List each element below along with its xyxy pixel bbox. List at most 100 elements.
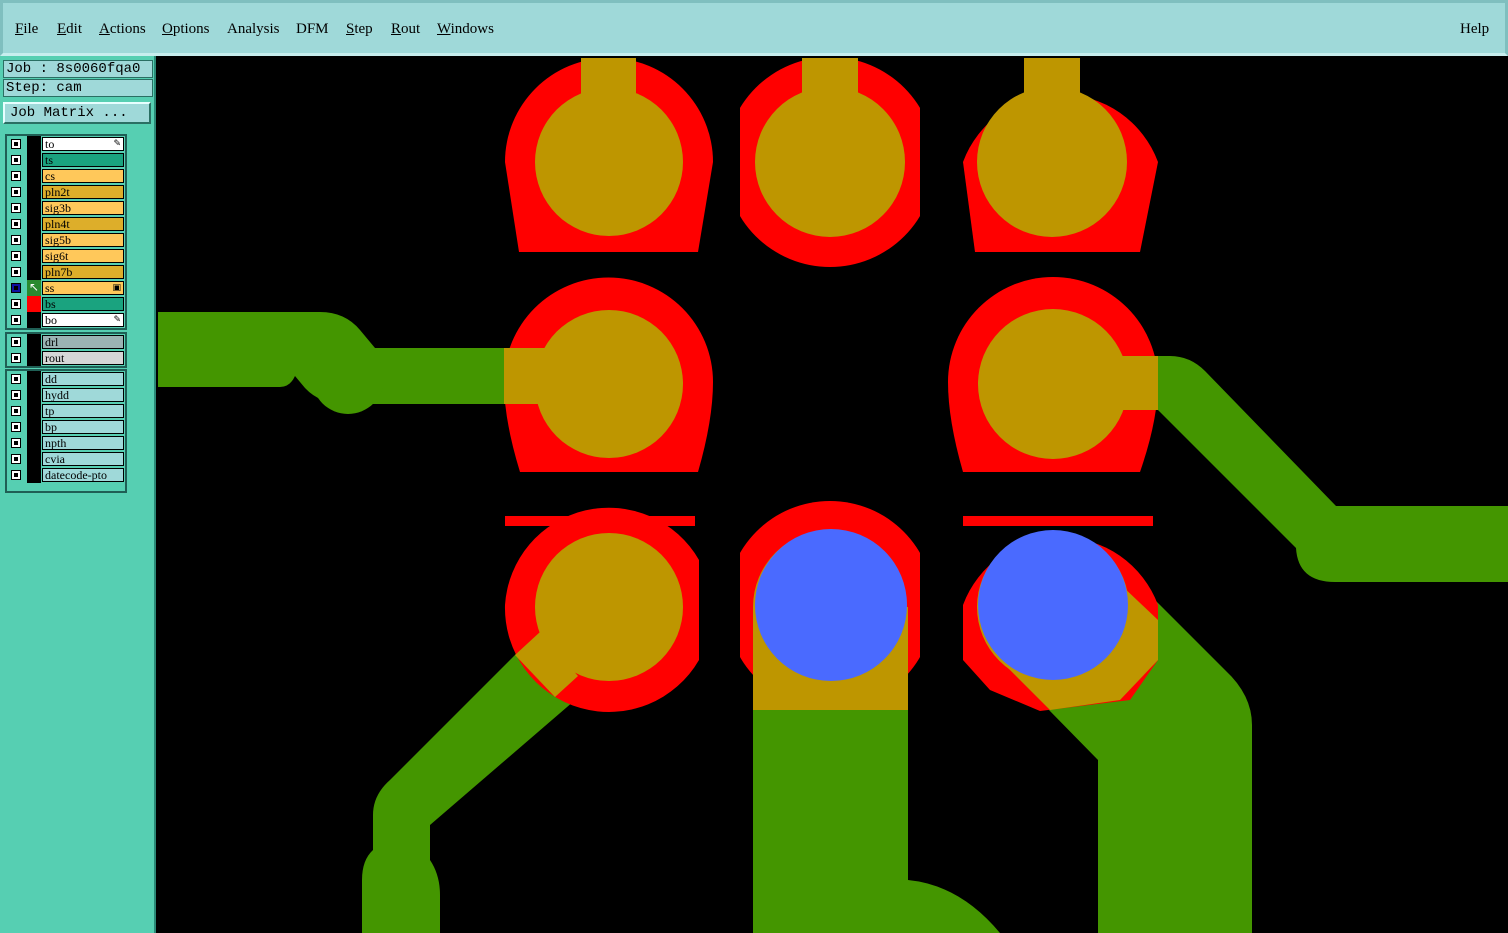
layer-row-pln7b[interactable]: pln7b (7, 264, 125, 280)
layer-name[interactable]: cs (42, 169, 124, 183)
menu-dfm[interactable]: DFM (296, 21, 329, 38)
layer-row-cs[interactable]: cs (7, 168, 125, 184)
layer-name[interactable]: bp (42, 420, 124, 434)
layer-row-pln4t[interactable]: pln4t (7, 216, 125, 232)
job-matrix-button[interactable]: Job Matrix ... (3, 102, 151, 124)
layer-affected-checkbox[interactable] (11, 374, 21, 384)
layer-affected-checkbox[interactable] (11, 139, 21, 149)
layer-name[interactable]: tp (42, 404, 124, 418)
pad[interactable] (505, 58, 713, 252)
layer-display-toggle[interactable] (27, 184, 41, 200)
layer-name[interactable]: ts (42, 153, 124, 167)
layer-affected-checkbox[interactable] (11, 315, 21, 325)
layer-name[interactable]: pln2t (42, 185, 124, 199)
layer-affected-checkbox[interactable] (11, 299, 21, 309)
layer-display-toggle[interactable] (27, 296, 41, 312)
menu-windows[interactable]: Windows (437, 21, 494, 38)
layer-name[interactable]: pln4t (42, 217, 124, 231)
layer-row-bo[interactable]: bo ✎ (7, 312, 125, 328)
layer-affected-checkbox[interactable] (11, 155, 21, 165)
layer-affected-checkbox[interactable] (11, 283, 21, 293)
layer-affected-checkbox[interactable] (11, 438, 21, 448)
layer-row-bp[interactable]: bp (7, 419, 125, 435)
layer-affected-checkbox[interactable] (11, 353, 21, 363)
layer-affected-checkbox[interactable] (11, 406, 21, 416)
layer-affected-checkbox[interactable] (11, 219, 21, 229)
layer-display-toggle[interactable] (27, 216, 41, 232)
layer-display-toggle[interactable] (27, 168, 41, 184)
layer-row-dd[interactable]: dd (7, 371, 125, 387)
menu-file[interactable]: File (15, 21, 38, 38)
layer-name[interactable]: cvia (42, 452, 124, 466)
layer-display-toggle[interactable] (27, 387, 41, 403)
pcb-view[interactable] (158, 58, 1508, 933)
layer-name[interactable]: sig6t (42, 249, 124, 263)
layer-row-sig3b[interactable]: sig3b (7, 200, 125, 216)
layer-row-sig5b[interactable]: sig5b (7, 232, 125, 248)
layer-row-ts[interactable]: ts (7, 152, 125, 168)
menu-actions[interactable]: Actions (99, 21, 146, 38)
graphic-canvas[interactable] (158, 58, 1508, 933)
layer-display-toggle[interactable] (27, 419, 41, 435)
layer-affected-checkbox[interactable] (11, 187, 21, 197)
layer-name[interactable]: dd (42, 372, 124, 386)
menu-help[interactable]: Help (1460, 21, 1489, 38)
layer-affected-checkbox[interactable] (11, 267, 21, 277)
layer-row-sig6t[interactable]: sig6t (7, 248, 125, 264)
layer-display-toggle[interactable] (27, 200, 41, 216)
menu-options[interactable]: Options (162, 21, 210, 38)
layer-display-toggle[interactable] (27, 451, 41, 467)
menu-rout[interactable]: Rout (391, 21, 420, 38)
layer-affected-checkbox[interactable] (11, 470, 21, 480)
layer-display-toggle[interactable] (27, 403, 41, 419)
layer-row-bs[interactable]: bs (7, 296, 125, 312)
layer-name[interactable]: sig3b (42, 201, 124, 215)
layer-row-tp[interactable]: tp (7, 403, 125, 419)
layer-name[interactable]: sig5b (42, 233, 124, 247)
layer-display-toggle[interactable] (27, 152, 41, 168)
layer-display-toggle[interactable] (27, 312, 41, 328)
layer-row-hydd[interactable]: hydd (7, 387, 125, 403)
layer-name[interactable]: hydd (42, 388, 124, 402)
layer-affected-checkbox[interactable] (11, 171, 21, 181)
layer-name[interactable]: datecode-pto (42, 468, 124, 482)
pad[interactable] (963, 58, 1158, 252)
layer-affected-checkbox[interactable] (11, 390, 21, 400)
layer-display-toggle[interactable]: ↖ (27, 280, 41, 296)
layer-affected-checkbox[interactable] (11, 422, 21, 432)
layer-affected-checkbox[interactable] (11, 235, 21, 245)
layer-row-datecode-pto[interactable]: datecode-pto (7, 467, 125, 483)
layer-name[interactable]: bo (42, 313, 124, 327)
layer-display-toggle[interactable] (27, 350, 41, 366)
layer-affected-checkbox[interactable] (11, 203, 21, 213)
menu-analysis[interactable]: Analysis (227, 21, 280, 38)
layer-name[interactable]: drl (42, 335, 124, 349)
pad[interactable] (948, 277, 1158, 472)
layer-display-toggle[interactable] (27, 467, 41, 483)
layer-row-rout[interactable]: rout (7, 350, 125, 366)
layer-affected-checkbox[interactable] (11, 454, 21, 464)
layer-affected-checkbox[interactable] (11, 251, 21, 261)
layer-row-pln2t[interactable]: pln2t (7, 184, 125, 200)
layer-row-npth[interactable]: npth (7, 435, 125, 451)
layer-display-toggle[interactable] (27, 264, 41, 280)
layer-affected-checkbox[interactable] (11, 337, 21, 347)
layer-name[interactable]: npth (42, 436, 124, 450)
pad[interactable] (504, 277, 713, 473)
layer-row-cvia[interactable]: cvia (7, 451, 125, 467)
layer-display-toggle[interactable] (27, 248, 41, 264)
layer-display-toggle[interactable] (27, 334, 41, 350)
menu-step[interactable]: Step (346, 21, 373, 38)
layer-display-toggle[interactable] (27, 435, 41, 451)
menu-edit[interactable]: Edit (57, 21, 82, 38)
pad[interactable] (963, 516, 1158, 711)
layer-display-toggle[interactable] (27, 371, 41, 387)
layer-row-drl[interactable]: drl (7, 334, 125, 350)
layer-name[interactable]: bs (42, 297, 124, 311)
layer-name[interactable]: rout (42, 351, 124, 365)
layer-display-toggle[interactable] (27, 232, 41, 248)
pad[interactable] (720, 58, 940, 268)
layer-display-toggle[interactable] (27, 136, 41, 152)
layer-name[interactable]: pln7b (42, 265, 124, 279)
layer-name[interactable]: to (42, 137, 124, 151)
